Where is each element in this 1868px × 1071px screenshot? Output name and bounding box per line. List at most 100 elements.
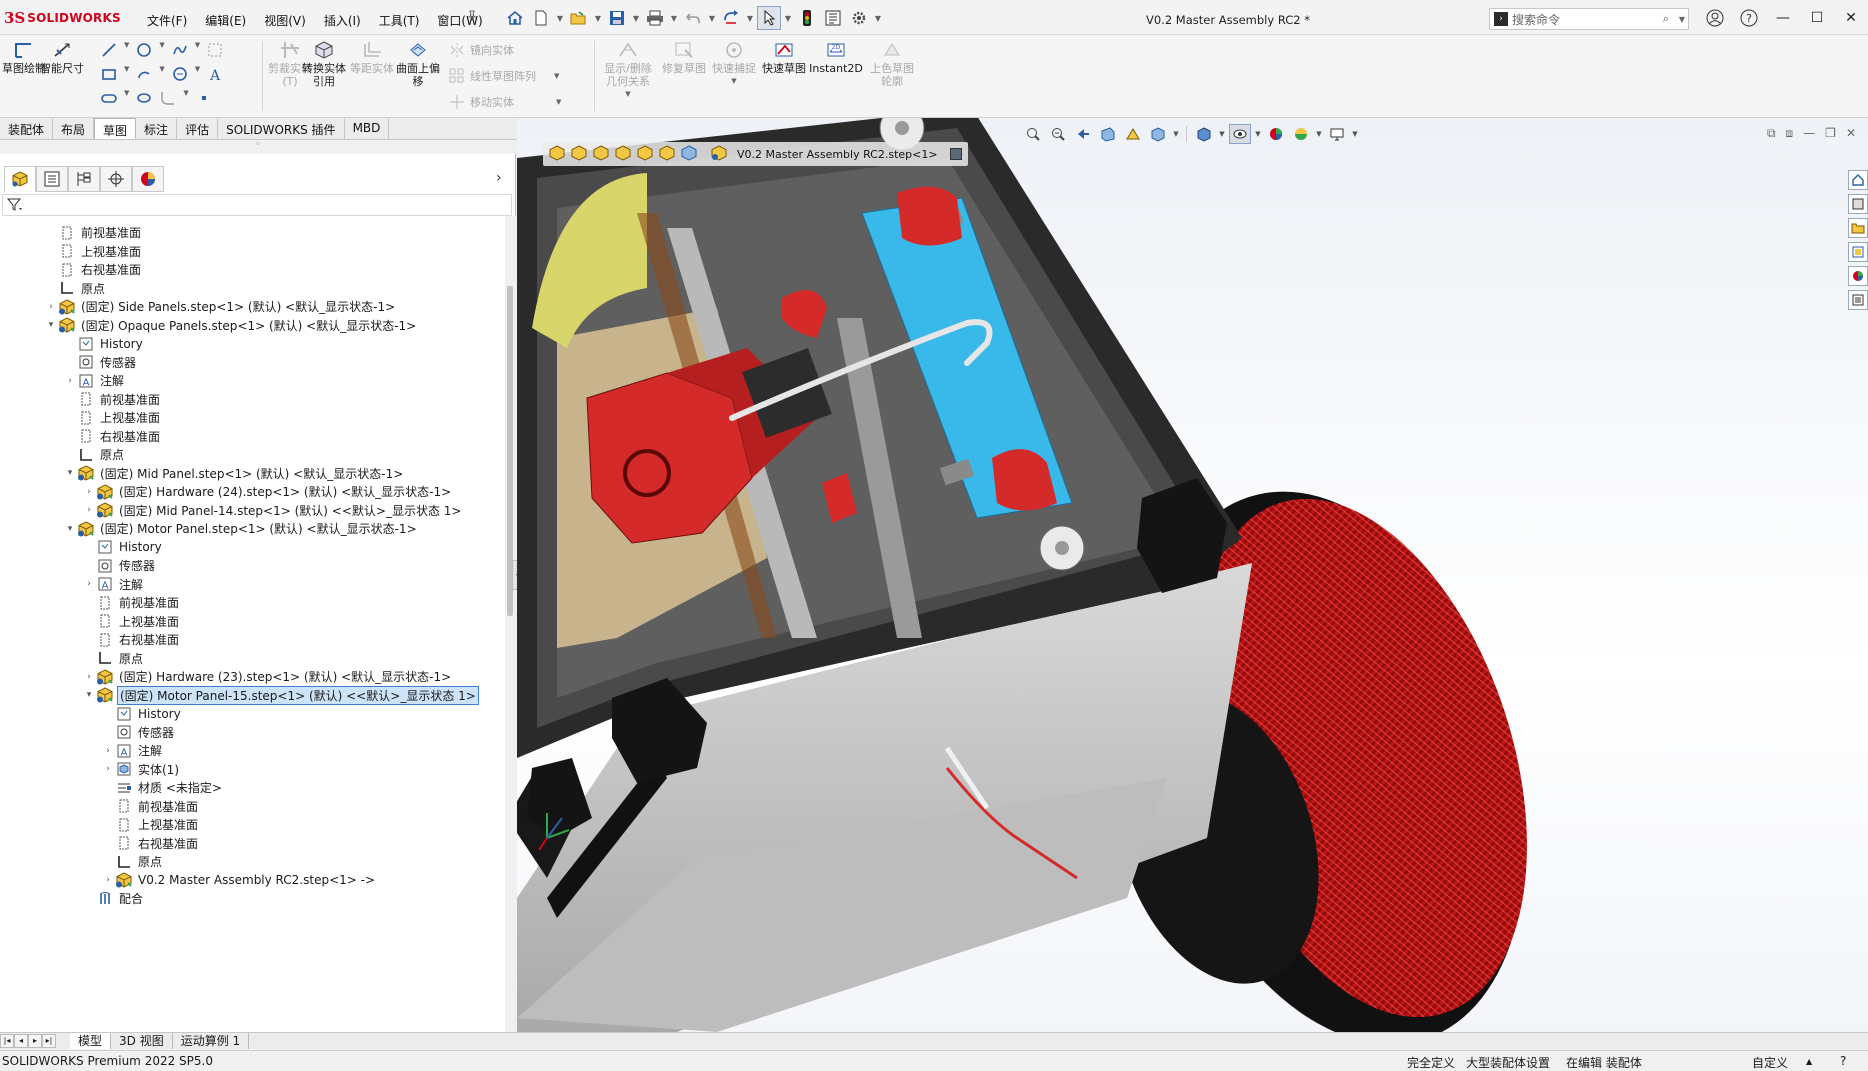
mirror-entities-button[interactable]: 镜向实体 (448, 41, 514, 59)
previous-view-icon[interactable] (1072, 124, 1094, 144)
zoom-to-area-icon[interactable] (1047, 124, 1069, 144)
chevron-down-icon[interactable]: ▼ (1351, 124, 1359, 144)
tab-assembly[interactable]: 装配体 (0, 118, 54, 139)
chevron-down-icon[interactable]: ▾ (63, 524, 77, 534)
assembly-icon[interactable] (593, 144, 609, 164)
minimize-viewport-icon[interactable]: — (1803, 126, 1815, 141)
pin-icon[interactable] (466, 10, 480, 24)
help-icon[interactable]: ? (1732, 4, 1766, 32)
new-document-icon[interactable] (529, 6, 553, 30)
user-account-icon[interactable] (1698, 4, 1732, 32)
graphics-area[interactable]: V0.2 Master Assembly RC2.step<1> ▼ ▼ ▼ ▼… (517, 118, 1868, 1032)
expand-panel-icon[interactable]: ⧈ (1786, 126, 1794, 141)
breadcrumb-label[interactable]: V0.2 Master Assembly RC2.step<1> (737, 148, 938, 161)
chevron-down-icon[interactable]: ▼ (159, 65, 164, 83)
view-settings-icon[interactable] (1326, 124, 1348, 144)
text-icon[interactable]: A (206, 65, 224, 83)
file-properties-icon[interactable] (821, 6, 845, 30)
solidworks-logo[interactable]: 3S SOLIDWORKS (4, 9, 121, 27)
chevron-right-icon[interactable]: › (63, 376, 77, 386)
menu-window[interactable]: 窗口(W) (428, 10, 491, 31)
chevron-down-icon[interactable]: ▼ (195, 65, 200, 83)
arc-icon[interactable] (135, 65, 153, 83)
rebuild-icon[interactable] (719, 6, 743, 30)
chevron-down-icon[interactable]: ▼ (783, 6, 793, 30)
slot-icon[interactable] (100, 89, 118, 107)
options-gear-icon[interactable] (847, 6, 871, 30)
feature-manager-tab[interactable] (4, 166, 36, 192)
assembly-icon[interactable] (659, 144, 675, 164)
chevron-down-icon[interactable]: ▼ (712, 75, 756, 88)
circle-icon[interactable] (135, 41, 153, 59)
close-viewport-icon[interactable]: ✕ (1846, 126, 1856, 141)
menu-view[interactable]: 视图(V) (255, 10, 315, 31)
restore-panel-icon[interactable]: ⧉ (1767, 126, 1776, 141)
view-orientation-icon[interactable] (1147, 124, 1169, 144)
chevron-down-icon[interactable]: ▼ (631, 6, 641, 30)
spline-icon[interactable] (171, 41, 189, 59)
last-tab-icon[interactable]: ▸| (42, 1034, 56, 1048)
rapid-sketch-button[interactable]: 快速草图 (762, 39, 806, 75)
maximize-icon[interactable]: ☐ (1800, 4, 1834, 32)
chevron-down-icon[interactable]: ▼ (195, 41, 200, 59)
3d-model-viewport[interactable] (517, 118, 1868, 1032)
print-icon[interactable] (643, 6, 667, 30)
rectangle-icon[interactable] (100, 65, 118, 83)
menu-file[interactable]: 文件(F) (138, 10, 196, 31)
chevron-right-icon[interactable]: › (101, 746, 115, 756)
tab-motion-study[interactable]: 运动算例 1 (173, 1033, 250, 1049)
chevron-down-icon[interactable]: ▼ (1676, 15, 1688, 24)
instant2d-button[interactable]: 2D Instant2D (808, 39, 864, 75)
smart-dimension-button[interactable]: 智能尺寸 (40, 39, 84, 75)
tab-3d-views[interactable]: 3D 视图 (111, 1033, 173, 1049)
property-manager-tab[interactable] (36, 166, 68, 192)
menu-tools[interactable]: 工具(T) (370, 10, 429, 31)
tab-layout[interactable]: 布局 (53, 118, 95, 139)
repair-sketch-button[interactable]: 修复草图 (662, 39, 706, 75)
polygon-icon[interactable] (171, 65, 189, 83)
tree-row[interactable]: 配合 (82, 888, 145, 909)
feature-tree-filter[interactable] (2, 194, 512, 216)
chevron-down-icon[interactable]: ▼ (600, 88, 656, 101)
chevron-down-icon[interactable]: ▼ (1315, 124, 1323, 144)
chevron-right-icon[interactable]: › (82, 487, 96, 497)
display-style-icon[interactable] (1193, 124, 1215, 144)
first-tab-icon[interactable]: |◂ (0, 1034, 14, 1048)
select-arrow-icon[interactable] (757, 6, 781, 30)
feature-tree-scrollbar[interactable] (505, 216, 516, 1034)
shaded-sketch-contours-button[interactable]: 上色草图轮廓 (870, 39, 914, 88)
apply-scene-icon[interactable] (1290, 124, 1312, 144)
file-explorer-icon[interactable] (1848, 218, 1868, 238)
tab-evaluate[interactable]: 评估 (177, 118, 219, 139)
search-input[interactable]: 搜索命令 (1512, 11, 1656, 28)
chevron-right-icon[interactable]: › (101, 764, 115, 774)
chevron-down-icon[interactable]: ▼ (707, 6, 717, 30)
chevron-down-icon[interactable]: ▼ (555, 6, 565, 30)
chevron-down-icon[interactable]: ▼ (1254, 124, 1262, 144)
traffic-light-icon[interactable] (795, 6, 819, 30)
point-icon[interactable] (195, 89, 213, 107)
unit-system[interactable]: 自定义 (1752, 1054, 1788, 1071)
assembly-icon[interactable] (549, 144, 565, 164)
chevron-down-icon[interactable]: ▼ (124, 41, 129, 59)
chevron-down-icon[interactable]: ▾ (44, 320, 58, 330)
chevron-down-icon[interactable]: ▼ (183, 89, 188, 107)
chevron-down-icon[interactable]: ▼ (159, 41, 164, 59)
construction-geometry-icon[interactable] (206, 41, 224, 59)
offset-on-surface-button[interactable]: 曲面上偏移 (396, 39, 440, 88)
undo-icon[interactable] (681, 6, 705, 30)
display-manager-tab[interactable] (132, 166, 164, 192)
part-icon[interactable] (681, 144, 697, 164)
search-icon[interactable]: ⌕ (1656, 12, 1676, 26)
assembly-icon[interactable] (615, 144, 631, 164)
close-icon[interactable]: ✕ (1834, 4, 1868, 32)
design-library-icon[interactable] (1848, 194, 1868, 214)
chevron-right-icon[interactable]: › (82, 505, 96, 515)
chevron-down-icon[interactable]: ▾ (63, 468, 77, 478)
ellipse-icon[interactable] (135, 89, 153, 107)
chevron-right-icon[interactable]: › (496, 170, 502, 186)
menu-edit[interactable]: 编辑(E) (196, 10, 255, 31)
tile-viewport-icon[interactable]: ❐ (1825, 126, 1836, 141)
tab-model[interactable]: 模型 (70, 1033, 112, 1049)
chevron-down-icon[interactable]: ▼ (669, 6, 679, 30)
